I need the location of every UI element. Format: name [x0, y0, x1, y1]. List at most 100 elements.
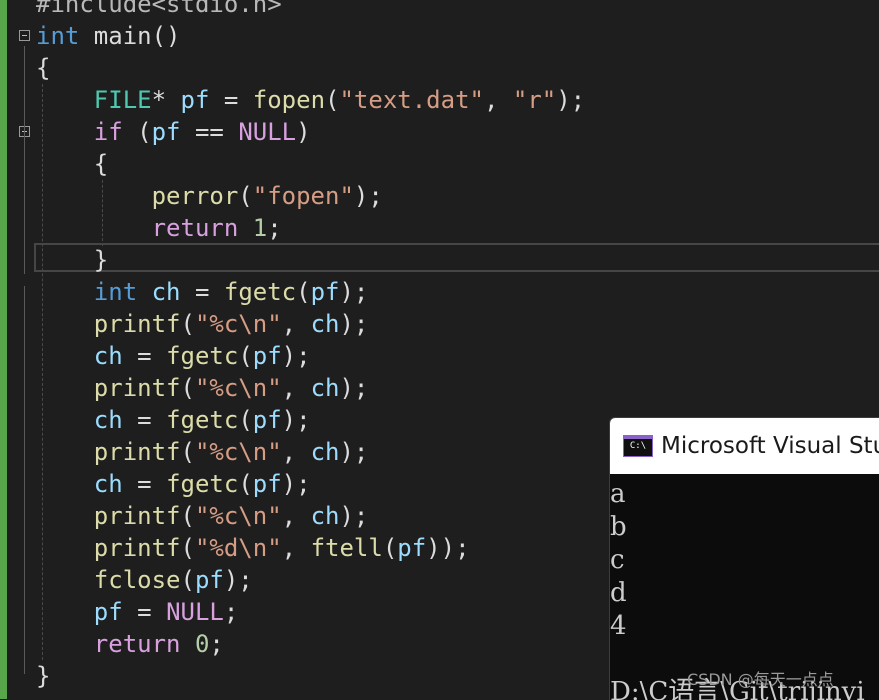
console-titlebar[interactable]: C:\ Microsoft Visual Studio Debug Consol…	[610, 418, 879, 474]
code-token: );	[339, 278, 369, 306]
code-line[interactable]: perror("fopen");	[36, 180, 383, 212]
code-token: (	[296, 278, 311, 306]
code-line[interactable]: ch = fgetc(pf);	[36, 404, 311, 436]
code-line[interactable]: fclose(pf);	[36, 564, 253, 596]
code-token: )	[296, 118, 311, 146]
code-token: "r"	[512, 86, 557, 114]
code-token: printf	[93, 374, 181, 402]
terminal-icon: C:\	[623, 435, 653, 457]
code-token: (	[238, 406, 253, 434]
code-token: fopen	[252, 86, 326, 114]
code-token: (	[238, 470, 253, 498]
code-token: );	[339, 374, 369, 402]
code-token: }	[36, 662, 51, 690]
code-token: (	[180, 374, 195, 402]
code-token: pf	[310, 278, 340, 306]
code-token: (	[180, 310, 195, 338]
console-output-line: b	[610, 512, 627, 542]
code-line[interactable]: printf("%c\n", ch);	[36, 372, 369, 404]
code-token: ,	[281, 374, 311, 402]
code-token: ;	[223, 598, 239, 626]
code-token: );	[339, 310, 369, 338]
code-token: fgetc	[166, 470, 239, 498]
code-line[interactable]: #include<stdio.h>	[36, 0, 282, 20]
debug-console-window[interactable]: C:\ Microsoft Visual Studio Debug Consol…	[609, 417, 879, 700]
console-output-line: c	[610, 545, 625, 575]
code-token: pf	[252, 470, 282, 498]
code-token: NULL	[166, 598, 224, 626]
code-line[interactable]: printf("%d\n", ftell(pf));	[36, 532, 470, 564]
code-line[interactable]: }	[36, 244, 108, 276]
code-token: ch	[93, 406, 123, 434]
code-token: );	[281, 406, 311, 434]
code-token: {	[36, 150, 109, 178]
code-line[interactable]: printf("%c\n", ch);	[36, 436, 369, 468]
code-line[interactable]: return 0;	[36, 628, 224, 660]
code-token: "fopen"	[252, 182, 354, 210]
code-token: ch	[310, 438, 340, 466]
code-token: return	[151, 214, 239, 242]
code-token: #include<stdio.h>	[36, 0, 282, 18]
code-line[interactable]: {	[36, 148, 108, 180]
code-line[interactable]: int main()	[36, 20, 181, 52]
code-token: ,	[281, 310, 311, 338]
code-token: (	[325, 86, 340, 114]
watermark: CSDN @每天一点点	[687, 670, 834, 689]
code-line[interactable]: FILE* pf = fopen("text.dat", "r");	[36, 84, 585, 116]
code-line[interactable]: {	[36, 52, 50, 84]
code-token: main()	[79, 22, 181, 50]
code-token: "%c\n"	[194, 310, 282, 338]
code-line[interactable]: return 1;	[36, 212, 282, 244]
console-output-line: d	[610, 578, 627, 608]
code-line[interactable]: ch = fgetc(pf);	[36, 468, 311, 500]
code-token: printf	[93, 438, 181, 466]
code-token: (	[180, 566, 195, 594]
code-token: =	[209, 86, 253, 114]
code-token: (	[180, 534, 195, 562]
code-token: 1	[252, 214, 268, 242]
console-title: Microsoft Visual Studio Debug Console	[661, 433, 879, 459]
code-line[interactable]: ch = fgetc(pf);	[36, 340, 311, 372]
code-token: int	[93, 278, 138, 306]
code-token: ch	[93, 470, 123, 498]
code-token: );	[353, 182, 383, 210]
code-token: (	[180, 502, 195, 530]
scope-line-lower	[24, 286, 25, 674]
code-line[interactable]: if (pf == NULL)	[36, 116, 311, 148]
code-token: ;	[267, 214, 282, 242]
code-line[interactable]: pf = NULL;	[36, 596, 239, 628]
code-token: pf	[93, 598, 123, 626]
code-token: ;	[209, 630, 224, 658]
code-line[interactable]: int ch = fgetc(pf);	[36, 276, 369, 308]
code-token: perror	[151, 182, 239, 210]
code-line[interactable]: printf("%c\n", ch);	[36, 308, 369, 340]
code-token: {	[36, 54, 51, 82]
code-token: fgetc	[166, 342, 239, 370]
code-token: fclose	[93, 566, 181, 594]
code-line[interactable]: printf("%c\n", ch);	[36, 500, 369, 532]
code-token: printf	[93, 310, 181, 338]
code-token: FILE	[93, 86, 152, 114]
code-token: pf	[397, 534, 427, 562]
collapse-main-icon[interactable]	[19, 30, 30, 41]
code-token: ch	[93, 342, 123, 370]
code-token: }	[36, 246, 109, 274]
code-token: ch	[310, 374, 340, 402]
code-token: pf	[252, 342, 282, 370]
code-token: fgetc	[166, 406, 239, 434]
code-line[interactable]: }	[36, 660, 50, 692]
code-token: );	[281, 342, 311, 370]
